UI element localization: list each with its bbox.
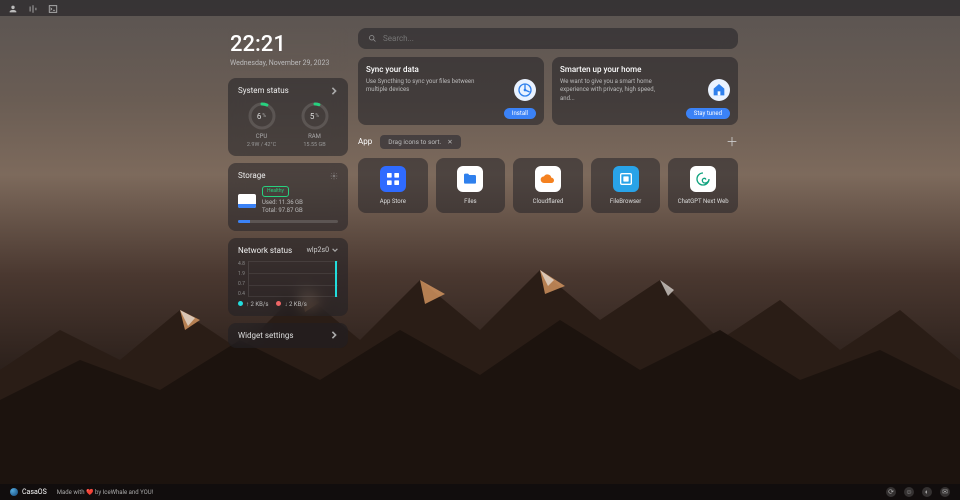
footer-feedback-icon[interactable]: ☺	[904, 487, 914, 497]
promo-title: Smarten up your home	[560, 65, 730, 74]
clock-time: 22:21	[230, 32, 346, 57]
storage-progress	[238, 220, 338, 223]
promo-card-0: Sync your data Use Syncthing to sync you…	[358, 57, 544, 125]
close-icon[interactable]: ✕	[447, 138, 452, 146]
footer-sync-icon[interactable]: ⟳	[886, 487, 896, 497]
app-name: Files	[464, 198, 477, 205]
app-section-title: App	[358, 137, 372, 146]
network-title: Network status	[238, 246, 292, 255]
network-card: Network status wlp2s0 4.81.90.70.4 ↑ 2 K…	[228, 238, 348, 316]
network-legend: ↑ 2 KB/s ↓ 2 KB/s	[238, 301, 338, 308]
promo-desc: We want to give you a smart home experie…	[560, 78, 670, 103]
network-axis: 4.81.90.70.4	[238, 261, 245, 297]
footer-discord-icon[interactable]: ✉	[940, 487, 950, 497]
app-filebrowser[interactable]: FileBrowser	[591, 158, 661, 213]
search-bar[interactable]	[358, 28, 738, 49]
drag-hint: Drag icons to sort.✕	[380, 135, 461, 149]
app-name: ChatGPT Next Web	[678, 198, 729, 205]
system-status-card: System status 6% CPU 2.9W / 42°C 5% RAM …	[228, 78, 348, 156]
promo-desc: Use Syncthing to sync your files between…	[366, 78, 476, 95]
chevron-right-icon	[330, 331, 338, 339]
footer-credit: Made with ❤️ by IceWhale and YOU!	[57, 489, 153, 496]
app-chatgpt-next-web[interactable]: ChatGPT Next Web	[668, 158, 738, 213]
promo-icon	[708, 79, 730, 101]
storage-title: Storage	[238, 171, 266, 180]
terminal-icon[interactable]	[48, 0, 58, 18]
network-graph	[248, 261, 338, 297]
search-icon	[368, 34, 377, 43]
app-name: Cloudflared	[533, 198, 564, 205]
app-icon	[457, 166, 483, 192]
widget-settings-button[interactable]: Widget settings	[228, 323, 348, 348]
footer-github-icon[interactable]: ◐	[922, 487, 932, 497]
app-name: App Store	[380, 198, 406, 205]
settings-icon[interactable]	[28, 0, 38, 18]
add-app-button[interactable]: ＋	[726, 133, 738, 150]
app-name: FileBrowser	[610, 198, 641, 205]
brand-logo[interactable]: CasaOS	[10, 488, 47, 496]
app-icon	[690, 166, 716, 192]
promo-button[interactable]: Install	[504, 108, 536, 119]
chevron-right-icon[interactable]	[330, 87, 338, 95]
search-input[interactable]	[383, 34, 728, 43]
app-cloudflared[interactable]: Cloudflared	[513, 158, 583, 213]
app-icon	[613, 166, 639, 192]
storage-badge: Healthy	[262, 186, 289, 197]
app-files[interactable]: Files	[436, 158, 506, 213]
app-app-store[interactable]: App Store	[358, 158, 428, 213]
app-icon	[380, 166, 406, 192]
cpu-gauge: 6% CPU 2.9W / 42°C	[247, 101, 277, 148]
clock-widget: 22:21 Wednesday, November 29, 2023	[228, 28, 348, 71]
gear-icon[interactable]	[330, 172, 338, 180]
user-icon[interactable]	[8, 0, 18, 18]
clock-date: Wednesday, November 29, 2023	[230, 59, 346, 67]
promo-button[interactable]: Stay tuned	[686, 108, 730, 119]
network-interface-select[interactable]: wlp2s0	[307, 246, 338, 254]
app-icon	[535, 166, 561, 192]
promo-title: Sync your data	[366, 65, 536, 74]
system-status-title: System status	[238, 86, 289, 95]
promo-card-1: Smarten up your home We want to give you…	[552, 57, 738, 125]
storage-card: Storage Healthy Used: 11.36 GB Total: 97…	[228, 163, 348, 231]
ram-gauge: 5% RAM 15.55 GB	[300, 101, 330, 148]
drive-icon	[238, 194, 256, 208]
promo-icon	[514, 79, 536, 101]
